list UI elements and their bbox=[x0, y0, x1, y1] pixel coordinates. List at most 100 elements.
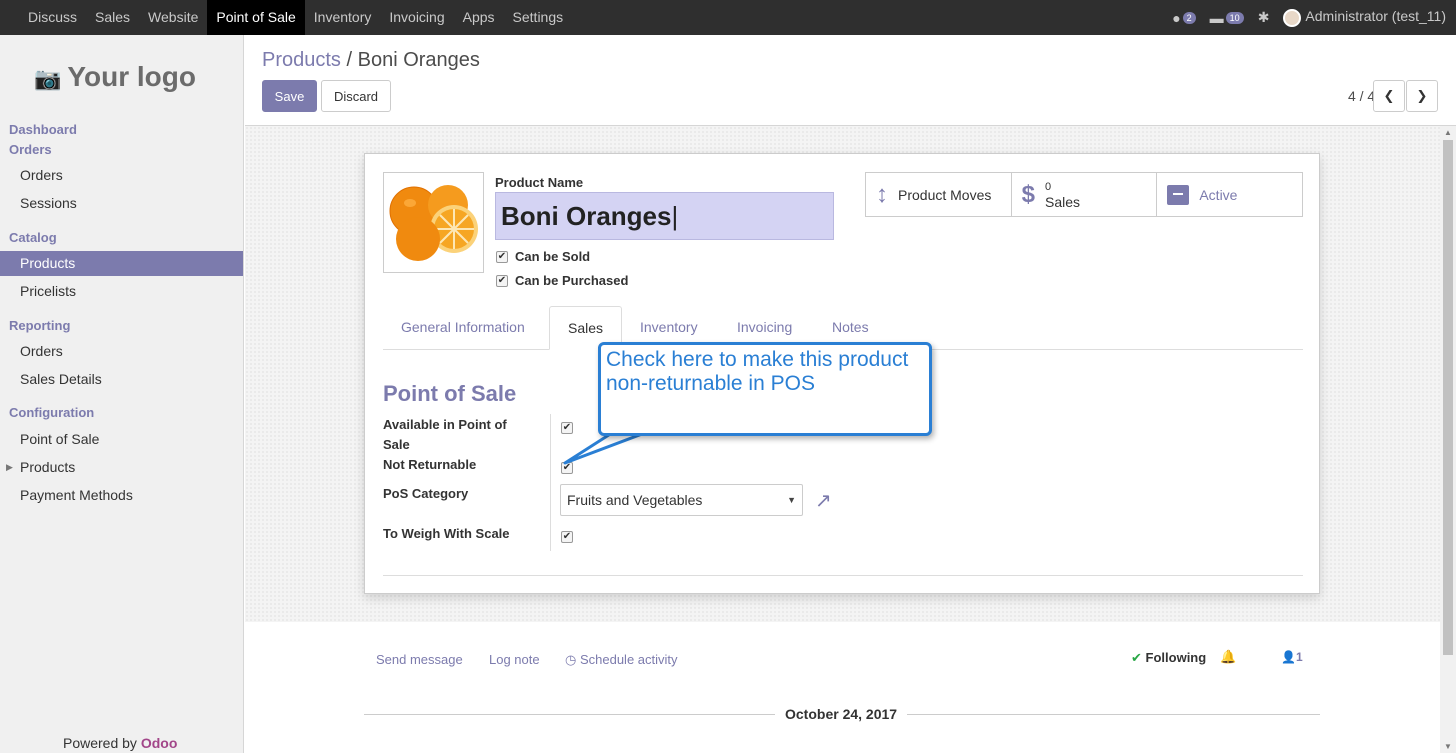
following-label: Following bbox=[1145, 650, 1207, 665]
available-in-pos-checkbox[interactable]: ✔ bbox=[561, 422, 573, 434]
top-navbar: Discuss Sales Website Point of Sale Inve… bbox=[0, 0, 1456, 35]
external-link-icon[interactable]: ↗ bbox=[815, 488, 832, 513]
product-moves-label: Product Moves bbox=[898, 186, 992, 203]
breadcrumb-separator: / bbox=[340, 49, 358, 71]
section-title-point-of-sale: Point of Sale bbox=[383, 381, 517, 406]
sidebar-item-report-orders[interactable]: Orders bbox=[0, 339, 243, 364]
menu-invoicing[interactable]: Invoicing bbox=[380, 0, 453, 35]
sidebar-item-sessions[interactable]: Sessions bbox=[0, 191, 243, 216]
pager-previous-button[interactable]: ❮ bbox=[1373, 80, 1405, 112]
comments-icon: ▬ bbox=[1209, 9, 1224, 26]
breadcrumb: Products / Boni Oranges bbox=[262, 49, 480, 72]
active-label: Active bbox=[1199, 186, 1238, 203]
callout-annotation: Check here to make this product non-retu… bbox=[598, 342, 932, 436]
sidebar-dashboard[interactable]: Dashboard bbox=[9, 122, 77, 137]
caret-down-icon: ▼ bbox=[787, 495, 796, 505]
powered-by: Powered by Odoo bbox=[63, 735, 177, 751]
can-be-sold-label: Can be Sold bbox=[515, 249, 591, 264]
bug-icon[interactable]: ✱ bbox=[1258, 9, 1270, 26]
menu-apps[interactable]: Apps bbox=[454, 0, 504, 35]
camera-icon: 📷 bbox=[34, 66, 62, 91]
log-note-button[interactable]: Log note bbox=[489, 652, 540, 667]
schedule-activity-label: Schedule activity bbox=[579, 652, 678, 667]
sidebar-item-products[interactable]: Products bbox=[0, 251, 243, 276]
pager-next-button[interactable]: ❯ bbox=[1406, 80, 1438, 112]
systray: ● 2 ▬ 10 ✱ Administrator (test_11) bbox=[1172, 0, 1446, 35]
field-separator bbox=[550, 414, 551, 551]
send-message-button[interactable]: Send message bbox=[376, 652, 463, 667]
pos-category-value: Fruits and Vegetables bbox=[567, 492, 703, 508]
messages-systray[interactable]: ▬ 10 bbox=[1210, 10, 1244, 26]
discard-button[interactable]: Discard bbox=[321, 80, 391, 112]
not-returnable-checkbox[interactable]: ✔ bbox=[561, 462, 573, 474]
chat-systray[interactable]: ● 2 bbox=[1172, 9, 1196, 26]
available-in-pos-label-line1: Available in Point of bbox=[383, 417, 507, 432]
sheet-bottom-separator bbox=[383, 575, 1303, 576]
sidebar-item-orders[interactable]: Orders bbox=[0, 163, 243, 188]
scroll-up-icon[interactable]: ▲ bbox=[1444, 128, 1452, 137]
sales-count: 0 bbox=[1045, 180, 1052, 193]
clock-icon: ◷ bbox=[565, 652, 577, 667]
chat-count-badge: 2 bbox=[1182, 11, 1196, 24]
sidebar-orders-header[interactable]: Orders bbox=[9, 142, 52, 157]
chevron-left-icon: ❮ bbox=[1383, 88, 1395, 103]
oranges-image bbox=[389, 185, 478, 261]
sidebar-item-point-of-sale[interactable]: Point of Sale bbox=[0, 427, 243, 452]
scrollbar[interactable]: ▲ ▼ bbox=[1440, 126, 1456, 753]
menu-settings[interactable]: Settings bbox=[504, 0, 573, 35]
sidebar-item-sales-details[interactable]: Sales Details bbox=[0, 367, 243, 392]
date-label: October 24, 2017 bbox=[775, 706, 908, 722]
sidebar-item-config-products[interactable]: ▶ Products bbox=[0, 455, 243, 480]
sidebar-reporting-header[interactable]: Reporting bbox=[9, 318, 70, 333]
sidebar-item-pricelists[interactable]: Pricelists bbox=[0, 279, 243, 304]
user-menu[interactable]: Administrator (test_11) bbox=[1283, 8, 1446, 27]
user-icon: 👤 bbox=[1281, 650, 1296, 664]
active-toggle-button[interactable]: Active bbox=[1157, 173, 1302, 216]
sidebar: 📷 Your logo Dashboard Orders Orders Sessi… bbox=[0, 35, 244, 753]
sidebar-catalog-header[interactable]: Catalog bbox=[9, 230, 57, 245]
menu-point-of-sale[interactable]: Point of Sale bbox=[207, 0, 305, 35]
pos-category-select[interactable]: Fruits and Vegetables ▼ bbox=[560, 484, 803, 516]
bell-icon[interactable]: 🔔 bbox=[1220, 649, 1236, 665]
breadcrumb-products[interactable]: Products bbox=[262, 49, 341, 71]
archive-icon bbox=[1167, 184, 1190, 205]
chat-icon: ● bbox=[1172, 9, 1181, 26]
can-be-purchased-checkbox[interactable]: ✔ bbox=[496, 275, 508, 287]
menu-sales[interactable]: Sales bbox=[86, 0, 139, 35]
dollar-icon: $ bbox=[1021, 180, 1036, 208]
weigh-with-scale-label: To Weigh With Scale bbox=[383, 526, 510, 541]
can-be-purchased-label: Can be Purchased bbox=[515, 273, 629, 288]
powered-by-text: Powered by bbox=[63, 735, 137, 751]
weigh-with-scale-checkbox[interactable]: ✔ bbox=[561, 531, 573, 543]
scrollbar-thumb[interactable] bbox=[1443, 140, 1453, 655]
followers-count: 1 bbox=[1295, 650, 1303, 664]
control-panel: Products / Boni Oranges Save Discard 4 /… bbox=[245, 35, 1456, 126]
product-moves-button[interactable]: ↕ Product Moves bbox=[866, 173, 1012, 216]
breadcrumb-current: Boni Oranges bbox=[357, 49, 480, 71]
product-name-input[interactable]: Boni Oranges| bbox=[495, 192, 834, 240]
scroll-down-icon[interactable]: ▼ bbox=[1444, 742, 1452, 751]
menu-inventory[interactable]: Inventory bbox=[305, 0, 381, 35]
sidebar-item-payment-methods[interactable]: Payment Methods bbox=[0, 483, 243, 508]
odoo-link[interactable]: Odoo bbox=[141, 735, 178, 751]
caret-right-icon: ▶ bbox=[6, 462, 13, 472]
message-count-badge: 10 bbox=[1225, 11, 1244, 24]
company-logo[interactable]: 📷 Your logo bbox=[34, 61, 196, 93]
user-name: Administrator (test_11) bbox=[1305, 8, 1446, 25]
tab-general-information[interactable]: General Information bbox=[383, 306, 543, 350]
chatter: Send message Log note ◷ Schedule activit… bbox=[245, 622, 1440, 753]
product-name-label: Product Name bbox=[495, 175, 584, 190]
following-button[interactable]: ✔ Following bbox=[1131, 650, 1206, 666]
sidebar-configuration-header[interactable]: Configuration bbox=[9, 405, 94, 420]
followers-button[interactable]: 👤1 bbox=[1281, 650, 1303, 664]
sales-label: Sales bbox=[1045, 193, 1081, 210]
save-button[interactable]: Save bbox=[262, 80, 317, 112]
menu-website[interactable]: Website bbox=[139, 0, 207, 35]
arrows-v-icon: ↕ bbox=[876, 180, 888, 208]
product-name-value: Boni Oranges bbox=[501, 201, 672, 231]
can-be-sold-checkbox[interactable]: ✔ bbox=[496, 251, 508, 263]
sales-button[interactable]: $0 Sales bbox=[1012, 173, 1158, 216]
product-image[interactable] bbox=[383, 172, 484, 273]
schedule-activity-button[interactable]: ◷ Schedule activity bbox=[565, 652, 678, 668]
menu-discuss[interactable]: Discuss bbox=[19, 0, 86, 35]
